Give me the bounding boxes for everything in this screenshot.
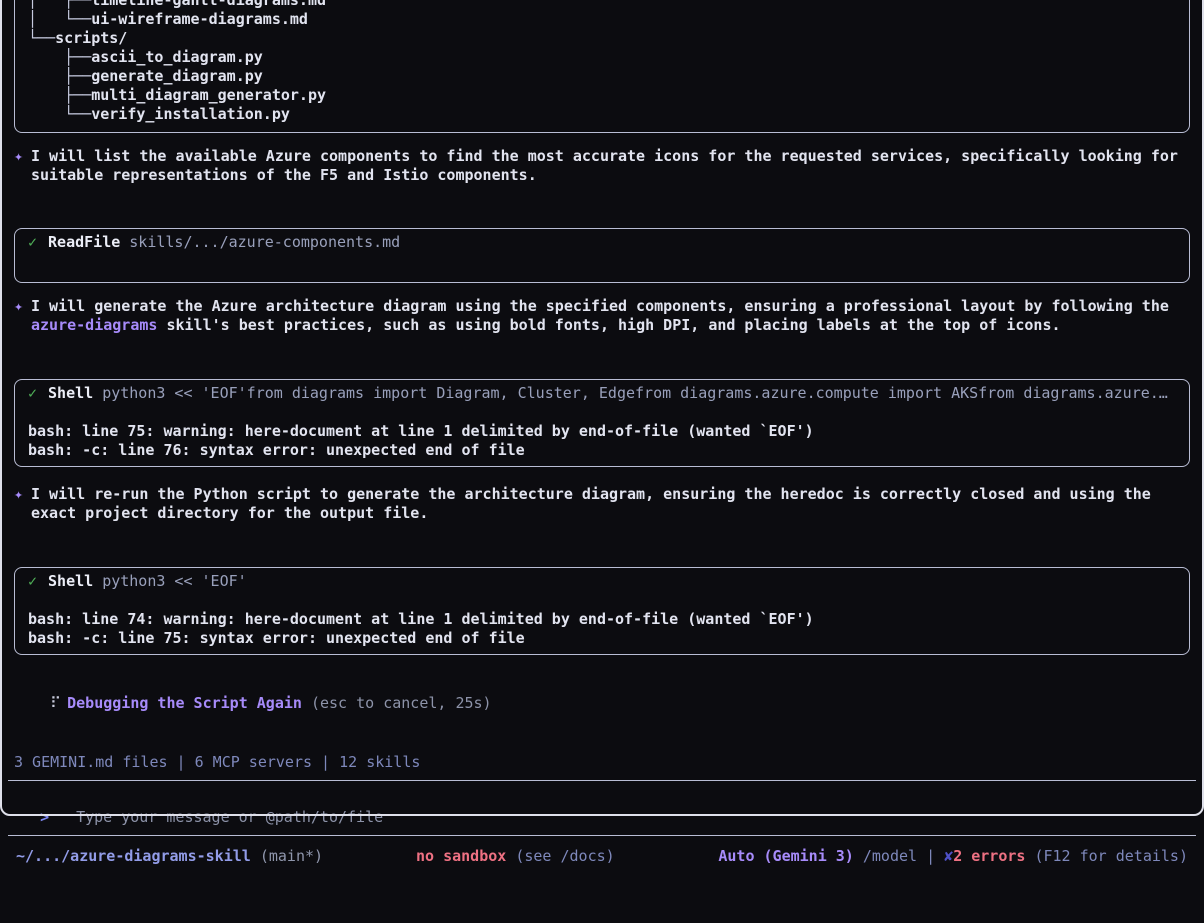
tree-file-name: verify_installation.py bbox=[91, 105, 290, 123]
input-placeholder: Type your message or @path/to/file bbox=[76, 808, 383, 826]
tree-line: └──verify_installation.py bbox=[28, 105, 1176, 124]
tool-call-readfile: ✓ ReadFile skills/.../azure-components.md bbox=[14, 228, 1190, 283]
tool-name: Shell bbox=[48, 572, 93, 590]
spinner-icon: ⠏ bbox=[50, 694, 61, 712]
thought-text: I will list the available Azure componen… bbox=[31, 147, 1179, 185]
tree-line: ├──ascii_to_diagram.py bbox=[28, 48, 1176, 67]
assistant-thought: ✦ I will re-run the Python script to gen… bbox=[14, 485, 1190, 523]
tree-file-name: generate_diagram.py bbox=[91, 67, 263, 85]
sparkle-icon: ✦ bbox=[14, 147, 31, 185]
shell-error-line: bash: line 74: warning: here-document at… bbox=[28, 610, 1176, 629]
error-count: 2 errors bbox=[953, 847, 1025, 865]
separator: | bbox=[917, 847, 944, 865]
git-branch: (main*) bbox=[251, 847, 323, 865]
check-icon: ✓ bbox=[28, 384, 37, 402]
tool-command: python3 << 'EOF' bbox=[102, 572, 247, 590]
error-x-icon: ✘ bbox=[944, 847, 953, 865]
blank-line bbox=[28, 252, 1176, 271]
tool-argument: skills/.../azure-components.md bbox=[129, 233, 400, 251]
tree-file-name: ascii_to_diagram.py bbox=[91, 48, 263, 66]
activity-label: Debugging the Script Again bbox=[67, 694, 302, 712]
tool-call-shell-2: ✓ Shell python3 << 'EOF' bash: line 74: wa… bbox=[14, 567, 1190, 655]
shell-error-line: bash: -c: line 76: syntax error: unexpec… bbox=[28, 441, 1176, 460]
tree-branch-glyph: ├── bbox=[28, 86, 91, 104]
blank-line bbox=[28, 403, 1176, 422]
skill-name-highlight: azure-diagrams bbox=[31, 316, 157, 334]
sandbox-label: no sandbox bbox=[416, 847, 506, 865]
cancel-hint-text: (esc to cancel, 25s) bbox=[311, 694, 492, 712]
shell-error-line: bash: line 75: warning: here-document at… bbox=[28, 422, 1176, 441]
shell-error-line: bash: -c: line 75: syntax error: unexpec… bbox=[28, 629, 1176, 648]
check-icon: ✓ bbox=[28, 233, 37, 251]
working-directory: ~/.../azure-diagrams-skill (main*) bbox=[16, 847, 323, 866]
tree-line: ├──generate_diagram.py bbox=[28, 67, 1176, 86]
message-input[interactable]: > Type your message or @path/to/file bbox=[8, 780, 1196, 836]
prompt-chevron: > bbox=[40, 808, 49, 826]
tree-branch-glyph: │ ├── bbox=[28, 0, 91, 9]
status-bar: ~/.../azure-diagrams-skill (main*) no sa… bbox=[0, 847, 1204, 923]
tree-line: │ ├──timeline-gantt-diagrams.md bbox=[28, 0, 1176, 10]
thought-text: I will re-run the Python script to gener… bbox=[31, 485, 1179, 523]
sparkle-icon: ✦ bbox=[14, 297, 31, 335]
thought-text-segment: skill's best practices, such as using bo… bbox=[157, 316, 1060, 334]
sandbox-status: no sandbox (see /docs) bbox=[416, 847, 615, 866]
tree-branch-glyph: ├── bbox=[28, 67, 91, 85]
tree-line: └──scripts/ bbox=[28, 29, 1176, 48]
tree-file-name: timeline-gantt-diagrams.md bbox=[91, 0, 326, 9]
tree-branch-glyph: └── bbox=[28, 105, 91, 123]
assistant-thought: ✦ I will generate the Azure architecture… bbox=[14, 297, 1190, 335]
sandbox-hint: (see /docs) bbox=[506, 847, 614, 865]
tree-line: │ └──ui-wireframe-diagrams.md bbox=[28, 10, 1176, 29]
thought-text: I will generate the Azure architecture d… bbox=[31, 297, 1179, 335]
tree-file-name: ui-wireframe-diagrams.md bbox=[91, 10, 308, 28]
tool-call-shell-1: ✓ Shell python3 << 'EOF'from diagrams impo… bbox=[14, 379, 1190, 467]
directory-path: ~/.../azure-diagrams-skill bbox=[16, 847, 251, 865]
tool-name: ReadFile bbox=[48, 233, 120, 251]
assistant-thought: ✦ I will list the available Azure compon… bbox=[14, 147, 1190, 185]
tree-dir-name: scripts/ bbox=[55, 29, 127, 47]
tree-branch-glyph: └── bbox=[28, 29, 55, 47]
tree-branch-glyph: │ └── bbox=[28, 10, 91, 28]
tree-line: ├──multi_diagram_generator.py bbox=[28, 86, 1176, 105]
tool-name: Shell bbox=[48, 384, 93, 402]
tool-call-header: ✓ ReadFile skills/.../azure-components.md bbox=[28, 233, 1176, 252]
sparkle-icon: ✦ bbox=[14, 485, 31, 523]
check-icon: ✓ bbox=[28, 572, 37, 590]
context-summary: 3 GEMINI.md files | 6 MCP servers | 12 s… bbox=[14, 753, 1190, 772]
file-tree-box: │ ├──timeline-gantt-diagrams.md │ └──ui-… bbox=[14, 0, 1190, 133]
thought-text-segment: I will generate the Azure architecture d… bbox=[31, 297, 1169, 315]
model-command: /model bbox=[854, 847, 917, 865]
terminal-content: │ ├──timeline-gantt-diagrams.md │ └──ui-… bbox=[0, 0, 1204, 772]
cancel-hint bbox=[302, 694, 311, 712]
tree-branch-glyph: ├── bbox=[28, 48, 91, 66]
tool-command: python3 << 'EOF'from diagrams import Dia… bbox=[102, 384, 1168, 402]
model-label: Auto (Gemini 3) bbox=[718, 847, 853, 865]
error-details-hint: (F12 for details) bbox=[1025, 847, 1188, 865]
activity-status-row: ⠏ Debugging the Script Again (esc to canc… bbox=[14, 675, 1190, 732]
blank-line bbox=[28, 591, 1176, 610]
model-and-errors: Auto (Gemini 3) /model | ✘2 errors (F12 … bbox=[718, 847, 1188, 866]
tree-file-name: multi_diagram_generator.py bbox=[91, 86, 326, 104]
tool-call-header: ✓ Shell python3 << 'EOF' bbox=[28, 572, 1176, 591]
tool-call-header: ✓ Shell python3 << 'EOF'from diagrams impo… bbox=[28, 384, 1176, 403]
